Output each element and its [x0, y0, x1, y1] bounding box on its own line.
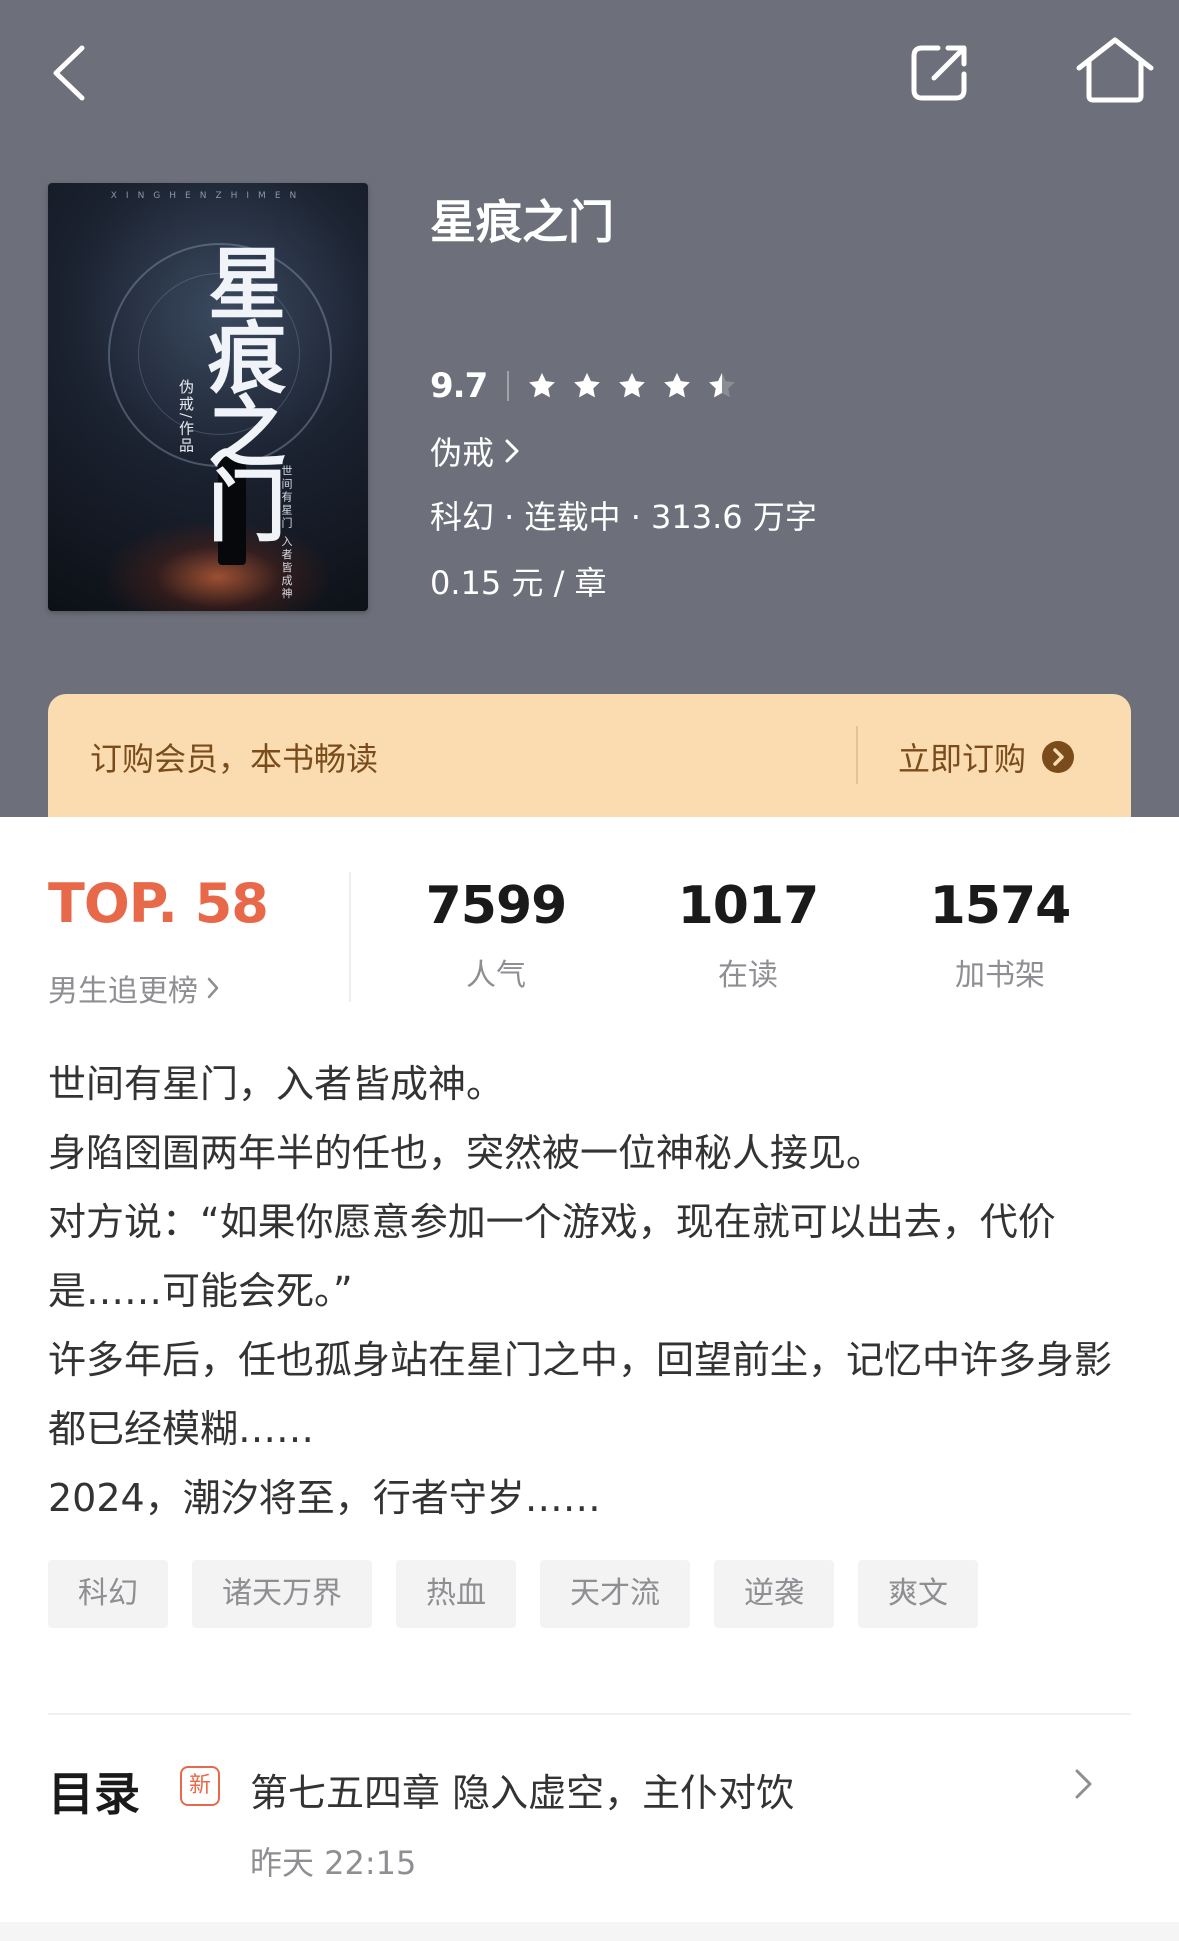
subscribe-button[interactable]: 立即订购 [898, 734, 1075, 780]
star-icon [619, 372, 646, 398]
stat-label: 人气 [466, 958, 526, 993]
tag-item[interactable]: 逆袭 [714, 1560, 834, 1628]
star-icon [574, 372, 601, 398]
stat-number: 7599 [425, 876, 568, 936]
new-badge: 新 [180, 1766, 220, 1806]
book-price: 0.15 元 / 章 [430, 564, 607, 602]
update-time: 昨天 22:15 [250, 1844, 417, 1882]
author-name: 伪戒 [430, 434, 495, 472]
author-link[interactable]: 伪戒 [430, 428, 520, 474]
tag-item[interactable]: 天才流 [540, 1560, 690, 1628]
description-line: 身陷囹圄两年半的任也，突然被一位神秘人接见。 [48, 1131, 885, 1175]
cover-author: 伪戒/作品 [177, 379, 195, 455]
chevron-right-icon [505, 439, 519, 463]
stat-bookshelf: 1574 加书架 [900, 876, 1100, 994]
membership-banner[interactable]: 订购会员，本书畅读 立即订购 [48, 694, 1131, 817]
score-value: 9.7 [430, 366, 488, 406]
book-meta: 科幻 · 连载中 · 313.6 万字 [430, 498, 817, 536]
latest-chapter: 第七五四章 隐入虚空，主仆对饮 [250, 1771, 795, 1815]
chevron-right-icon [1075, 1769, 1092, 1799]
rank-value: TOP. 58 [48, 872, 269, 935]
arrow-circle-icon [1042, 741, 1075, 773]
star-icon [664, 372, 691, 398]
half-star-icon [709, 372, 736, 398]
rating-divider [507, 371, 510, 401]
description-line: 世间有星门，入者皆成神。 [48, 1062, 505, 1106]
stats-divider [349, 872, 351, 1002]
description-line: 许多年后，任也孤身站在星门之中，回望前尘，记忆中许多身影都已经模糊…… [48, 1338, 1113, 1451]
book-description[interactable]: 世间有星门，入者皆成神。 身陷囹圄两年半的任也，突然被一位神秘人接见。 对方说：… [48, 1050, 1131, 1533]
book-title: 星痕之门 [430, 195, 614, 249]
star-icon [529, 372, 556, 398]
home-icon[interactable] [1073, 36, 1157, 104]
stat-label: 在读 [718, 958, 778, 993]
bottom-bar [0, 1922, 1179, 1941]
membership-text: 订购会员，本书畅读 [90, 740, 379, 778]
cover-side-text: 世间有星门 入者皆成神 [280, 465, 293, 601]
section-divider [48, 1713, 1131, 1715]
stat-number: 1017 [677, 876, 820, 936]
rank-link[interactable]: 男生追更榜 [48, 966, 220, 1010]
chevron-right-icon [207, 977, 219, 999]
stat-label: 加书架 [955, 958, 1045, 993]
rating-row: 9.7 [430, 366, 752, 406]
stat-number: 1574 [929, 876, 1072, 936]
book-cover[interactable]: XINGHENZHIMEN 星痕之门 伪戒/作品 世间有星门 入者皆成神 [48, 183, 368, 611]
toc-title: 目录 [48, 1767, 140, 1821]
book-header: XINGHENZHIMEN 星痕之门 伪戒/作品 世间有星门 入者皆成神 星痕之… [0, 0, 1179, 817]
tag-item[interactable]: 热血 [396, 1560, 516, 1628]
tag-item[interactable]: 诸天万界 [192, 1560, 372, 1628]
stat-popularity: 7599 人气 [396, 876, 596, 994]
tag-list: 科幻 诸天万界 热血 天才流 逆袭 爽文 [48, 1560, 1002, 1628]
back-icon[interactable] [48, 42, 92, 104]
cover-top-text: XINGHENZHIMEN [110, 191, 306, 201]
share-icon[interactable] [908, 40, 972, 104]
tag-item[interactable]: 科幻 [48, 1560, 168, 1628]
membership-divider [856, 726, 858, 784]
description-line: 对方说：“如果你愿意参加一个游戏，现在就可以出去，代价是……可能会死。” [48, 1200, 1056, 1313]
subscribe-label: 立即订购 [898, 740, 1027, 778]
rank-label: 男生追更榜 [48, 974, 198, 1009]
tag-item[interactable]: 爽文 [858, 1560, 978, 1628]
stat-reading: 1017 在读 [648, 876, 848, 994]
description-line: 2024，潮汐将至，行者守岁…… [48, 1476, 601, 1520]
